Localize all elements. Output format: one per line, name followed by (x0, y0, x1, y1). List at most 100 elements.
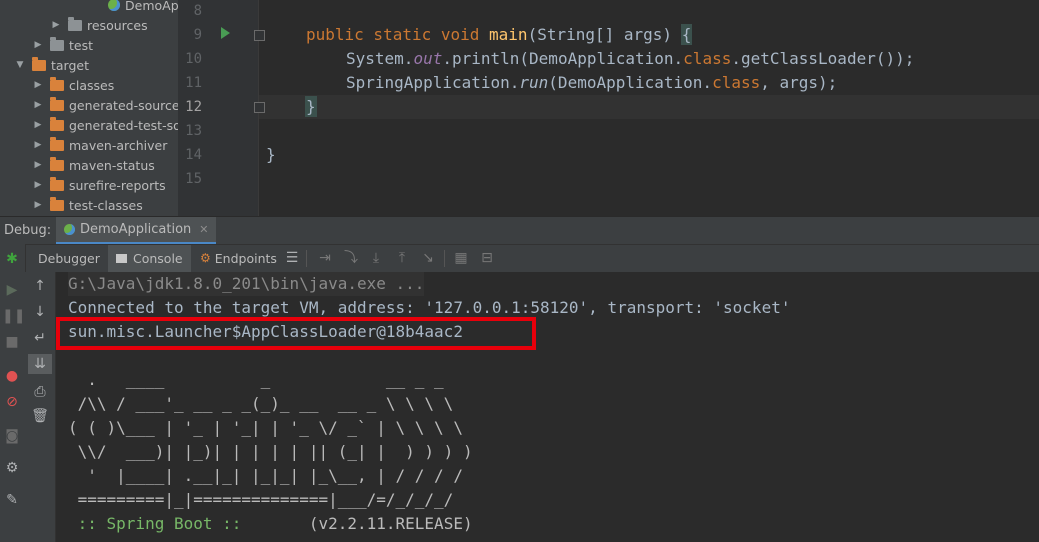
console-icon (116, 254, 127, 263)
trash-icon[interactable]: 🗑 (30, 406, 50, 426)
tree-item-demo-application[interactable]: DemoAp (108, 0, 178, 15)
endpoints-icon: ⚙ (200, 251, 211, 265)
menu-icon[interactable]: ☰ (282, 248, 302, 268)
tree-item-generated-sources[interactable]: ▶ generated-sources (32, 95, 178, 115)
line-number: 8 (193, 3, 202, 19)
code-line-12: } (305, 96, 317, 117)
tab-endpoints[interactable]: ⚙ Endpoints (196, 245, 281, 272)
folder-icon (68, 16, 82, 31)
spring-boot-icon (108, 0, 120, 11)
session-tab-label: DemoApplication (80, 222, 192, 237)
tree-item-label: test (69, 37, 94, 53)
fold-marker-icon[interactable] (254, 102, 265, 113)
print-icon[interactable]: ⎙ (30, 382, 50, 402)
pin-icon[interactable]: ✎ (2, 490, 22, 510)
mute-breakpoints-icon[interactable]: ⊘ (2, 392, 22, 412)
tree-item-maven-archiver[interactable]: ▶ maven-archiver (32, 135, 167, 155)
banner-line: . ____ _ __ _ _ (68, 370, 444, 389)
debug-tabs-bar: Debugger Console ⚙ Endpoints ☰ ⇥ ⤵ ⤓ ⤒ ↘… (0, 244, 1039, 273)
step-into-icon[interactable]: ⤓ (366, 248, 386, 268)
folder-icon (50, 116, 64, 131)
chevron-right-icon[interactable]: ▶ (32, 100, 44, 110)
banner-line: ' |____| .__|_| |_|_| |_\__, | / / / / (68, 466, 463, 485)
tree-item-test[interactable]: ▶ test (32, 35, 93, 55)
debug-session-tab[interactable]: DemoApplication ✕ (56, 217, 217, 245)
close-icon[interactable]: ✕ (199, 223, 208, 236)
chevron-right-icon[interactable]: ▶ (32, 80, 44, 90)
chevron-right-icon[interactable]: ▶ (50, 20, 62, 30)
chevron-down-icon[interactable]: ▼ (14, 60, 26, 70)
chevron-right-icon[interactable]: ▶ (32, 200, 44, 210)
folder-icon (50, 96, 64, 111)
view-breakpoints-icon[interactable]: ● (2, 366, 22, 386)
banner-line: /\\ / ___'_ __ _ _(_)_ __ __ _ \ \ \ \ (68, 394, 454, 413)
line-number: 13 (185, 123, 202, 139)
line-number: 14 (185, 147, 202, 163)
tree-item-generated-test-sources[interactable]: ▶ generated-test-so (32, 115, 178, 135)
evaluate-expression-icon[interactable]: ▦ (451, 248, 471, 268)
tree-item-label: maven-status (69, 157, 155, 173)
tree-item-target[interactable]: ▼ target (14, 55, 89, 75)
step-out-icon[interactable]: ⤒ (392, 248, 412, 268)
tree-item-label: maven-archiver (69, 137, 168, 153)
tree-item-resources[interactable]: ▶ resources (50, 15, 148, 35)
spring-boot-icon (64, 224, 75, 235)
annotation-highlight-box (56, 317, 536, 350)
tree-item-surefire-reports[interactable]: ▶ surefire-reports (32, 175, 166, 195)
code-line-10: System.out.println(DemoApplication.class… (346, 49, 915, 68)
project-tree: DemoAp ▶ resources ▶ test ▼ target ▶ cla… (0, 0, 178, 216)
scroll-to-end-icon[interactable]: ⇊ (28, 354, 52, 374)
tree-item-classes[interactable]: ▶ classes (32, 75, 114, 95)
banner-line: \\/ ___)| |_)| | | | | || (_| | ) ) ) ) (68, 442, 473, 461)
run-gutter-icon[interactable] (221, 27, 230, 39)
folder-icon (50, 156, 64, 171)
stop-icon[interactable]: ■ (2, 332, 22, 352)
chevron-right-icon[interactable]: ▶ (32, 40, 44, 50)
code-line-11: SpringApplication.run(DemoApplication.cl… (346, 73, 838, 92)
pause-icon[interactable]: ❚❚ (2, 306, 25, 326)
debug-title: Debug: (4, 223, 52, 238)
code-line-14: } (266, 145, 276, 164)
folder-icon (50, 136, 64, 151)
folder-icon (50, 176, 64, 191)
console-command-line: G:\Java\jdk1.8.0_201\bin\java.exe ... (68, 272, 425, 296)
line-number: 11 (185, 75, 202, 91)
chevron-right-icon[interactable]: ▶ (32, 140, 44, 150)
up-arrow-icon[interactable]: ↑ (30, 276, 50, 296)
tab-debugger[interactable]: Debugger (32, 245, 106, 272)
folder-icon (50, 76, 64, 91)
run-to-cursor-icon[interactable]: ↘ (418, 248, 438, 268)
step-over-icon[interactable]: ⤵ (341, 248, 361, 268)
tab-console[interactable]: Console (108, 245, 191, 272)
folder-icon (32, 56, 46, 71)
folder-icon (50, 196, 64, 211)
line-number: 10 (185, 51, 202, 67)
soft-wrap-icon[interactable]: ↵ (30, 328, 50, 348)
tree-item-maven-status[interactable]: ▶ maven-status (32, 155, 155, 175)
banner-line: =========|_|==============|___/=/_/_/_/ (68, 490, 454, 509)
folder-icon (50, 36, 64, 51)
chevron-right-icon[interactable]: ▶ (32, 120, 44, 130)
debug-action-sidebar: ✱ ▶ ❚❚ ■ ● ⊘ ◙ ⚙ ✎ (0, 244, 26, 542)
line-number: 12 (185, 99, 202, 115)
settings-icon[interactable]: ⚙ (2, 458, 22, 478)
chevron-right-icon[interactable]: ▶ (32, 160, 44, 170)
fold-marker-icon[interactable] (254, 30, 265, 41)
tree-item-label: surefire-reports (69, 177, 166, 193)
tree-item-label: classes (69, 77, 115, 93)
trace-icon[interactable]: ⊟ (477, 248, 497, 268)
tree-item-test-classes[interactable]: ▶ test-classes (32, 195, 143, 215)
camera-icon[interactable]: ◙ (2, 426, 22, 446)
code-line-9: public static void main(String[] args) { (306, 24, 693, 45)
down-arrow-icon[interactable]: ↓ (30, 302, 50, 322)
resume-icon[interactable]: ▶ (2, 280, 22, 300)
current-line-highlight (259, 95, 1039, 119)
line-number: 9 (193, 27, 202, 43)
toolbar-divider (444, 250, 445, 267)
rerun-debug-icon[interactable]: ✱ (2, 249, 22, 269)
chevron-right-icon[interactable]: ▶ (32, 180, 44, 190)
toolbar-divider (306, 250, 307, 267)
spring-boot-version-line: :: Spring Boot :: (v2.2.11.RELEASE) (68, 514, 473, 533)
tree-item-label: generated-sources (69, 97, 178, 113)
show-execution-point-icon[interactable]: ⇥ (315, 248, 335, 268)
